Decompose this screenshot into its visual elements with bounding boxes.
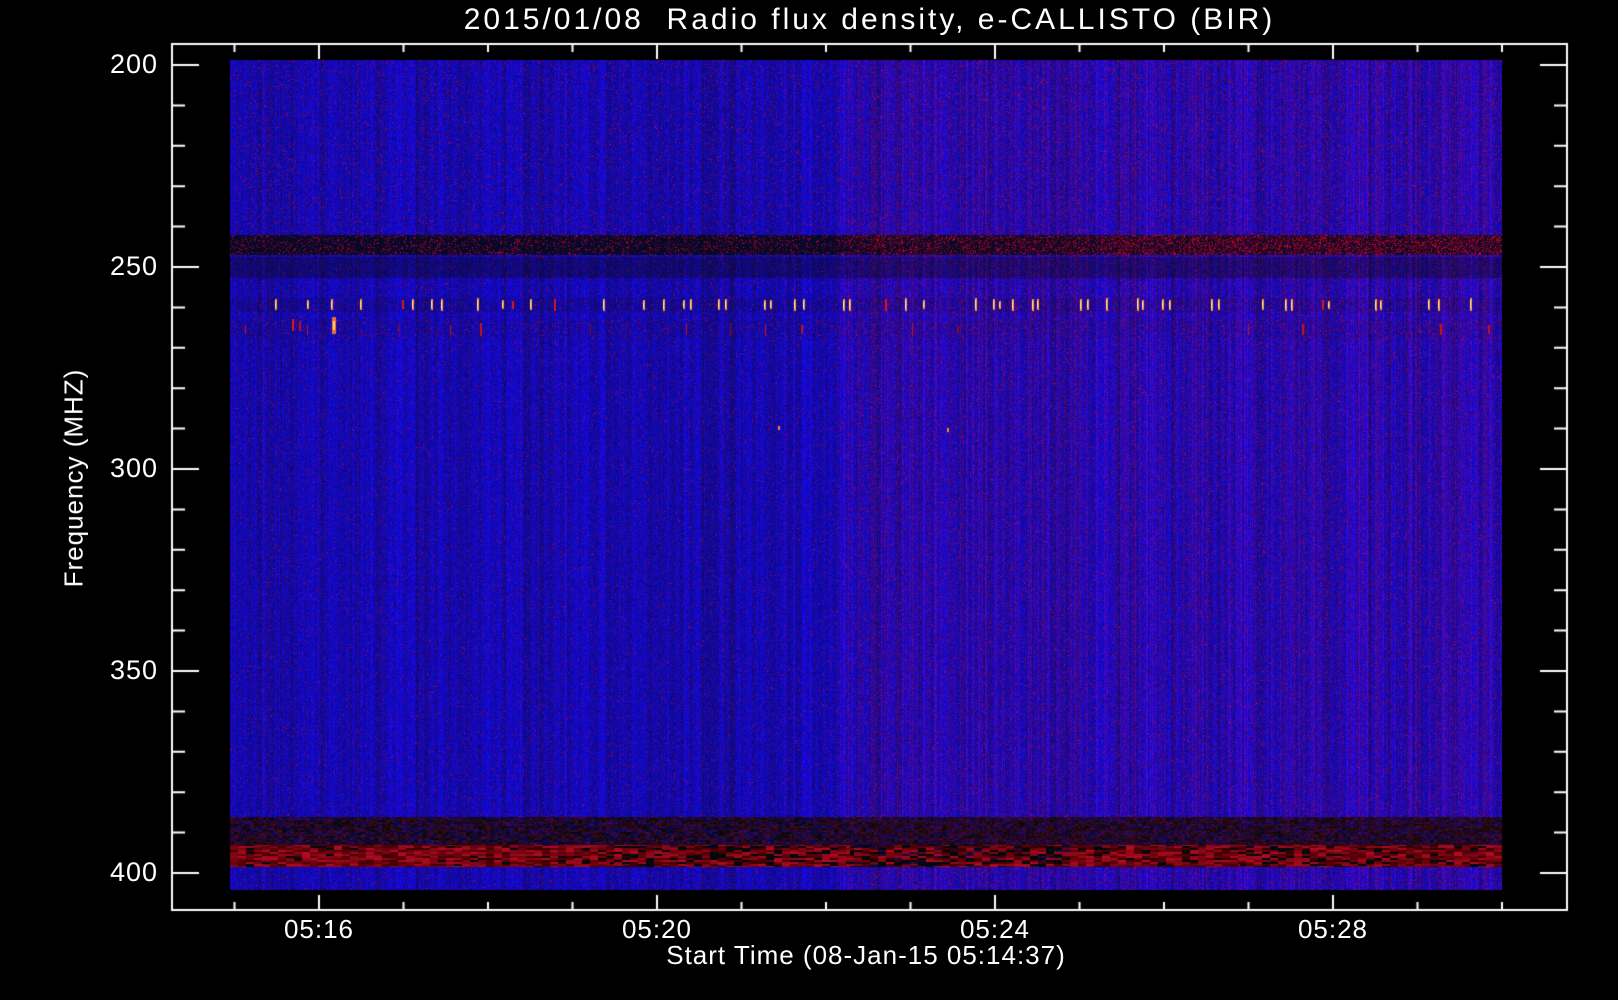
chart-title: 2015/01/08 Radio flux density, e-CALLIST… (463, 3, 1276, 36)
y-tick-label: 250 (109, 251, 158, 281)
y-tick-label: 300 (109, 453, 158, 483)
y-tick-label: 200 (109, 49, 158, 79)
spectrogram-page: 2015/01/08 Radio flux density, e-CALLIST… (0, 0, 1618, 1000)
x-tick-label: 05:24 (959, 914, 1031, 944)
spectrogram-canvas (0, 0, 1618, 1000)
y-tick-label: 400 (109, 857, 158, 887)
x-tick-label: 05:28 (1297, 914, 1369, 944)
y-tick-label: 350 (109, 655, 158, 685)
x-tick-label: 05:16 (283, 914, 355, 944)
x-tick-label: 05:20 (621, 914, 693, 944)
